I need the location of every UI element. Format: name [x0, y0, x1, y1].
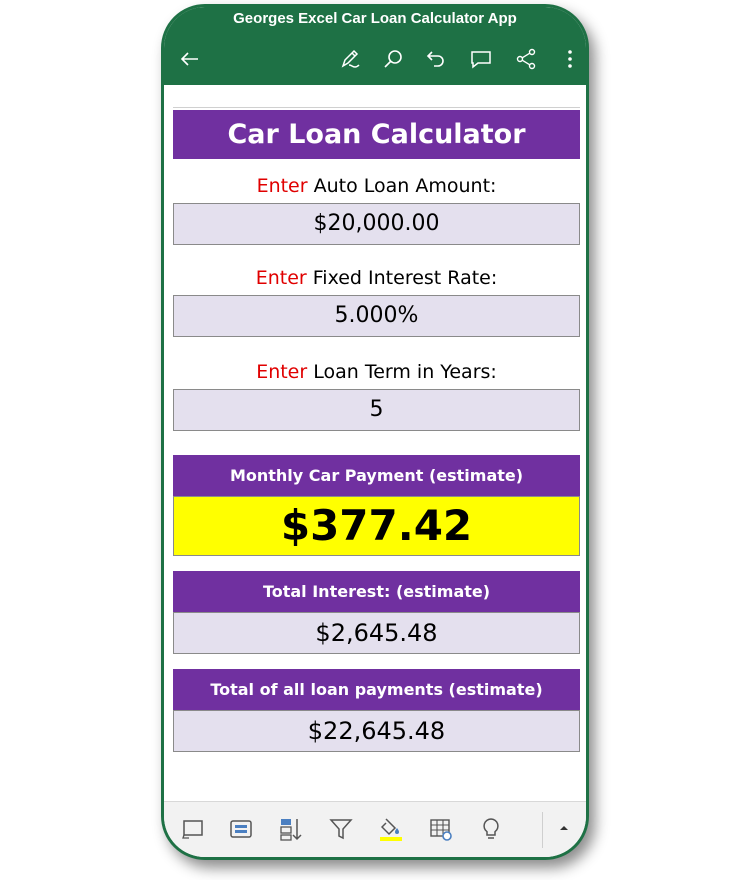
monthly-payment-value: $377.42	[173, 496, 580, 556]
interest-rate-input[interactable]: 5.000%	[173, 295, 580, 337]
interest-rate-label: Enter Fixed Interest Rate:	[173, 267, 580, 289]
more-icon[interactable]	[558, 47, 582, 71]
interest-rate-label-text: Fixed Interest Rate:	[306, 267, 498, 289]
back-arrow-icon[interactable]	[178, 47, 202, 71]
app-title: Georges Excel Car Loan Calculator App	[233, 10, 517, 27]
app-header: Georges Excel Car Loan Calculator App	[164, 7, 586, 85]
total-interest-value: $2,645.48	[173, 612, 580, 654]
fill-color-icon[interactable]	[378, 816, 404, 842]
enter-word: Enter	[256, 175, 308, 197]
sort-icon[interactable]	[278, 816, 304, 842]
calculator-title: Car Loan Calculator	[173, 110, 580, 159]
loan-term-input[interactable]: 5	[173, 389, 580, 431]
card-view-icon[interactable]	[228, 816, 254, 842]
loan-term-label: Enter Loan Term in Years:	[173, 361, 580, 383]
search-icon[interactable]	[381, 47, 405, 71]
table-icon[interactable]	[428, 816, 454, 842]
enter-word: Enter	[255, 267, 307, 289]
expand-up-icon[interactable]	[556, 820, 572, 836]
total-payments-value: $22,645.48	[173, 710, 580, 752]
slide-view-icon[interactable]	[180, 816, 206, 842]
total-payments-heading: Total of all loan payments (estimate)	[173, 669, 580, 710]
monthly-payment-heading: Monthly Car Payment (estimate)	[173, 455, 580, 496]
spreadsheet-view[interactable]: Car Loan Calculator Enter Auto Loan Amou…	[164, 85, 586, 807]
toolbar-separator	[542, 812, 543, 848]
bottom-toolbar	[164, 801, 586, 857]
loan-amount-input[interactable]: $20,000.00	[173, 203, 580, 245]
share-icon[interactable]	[514, 47, 538, 71]
comment-icon[interactable]	[469, 47, 493, 71]
enter-word: Enter	[256, 361, 308, 383]
total-interest-heading: Total Interest: (estimate)	[173, 571, 580, 612]
undo-icon[interactable]	[424, 47, 448, 71]
loan-amount-label-text: Auto Loan Amount:	[307, 175, 497, 197]
phone-frame: Georges Excel Car Loan Calculator App Ca…	[161, 4, 589, 860]
filter-icon[interactable]	[328, 816, 354, 842]
sheet-gridline	[173, 107, 580, 108]
loan-term-label-text: Loan Term in Years:	[307, 361, 497, 383]
loan-amount-label: Enter Auto Loan Amount:	[173, 175, 580, 197]
draw-pen-icon[interactable]	[338, 47, 362, 71]
ideas-bulb-icon[interactable]	[478, 816, 504, 842]
